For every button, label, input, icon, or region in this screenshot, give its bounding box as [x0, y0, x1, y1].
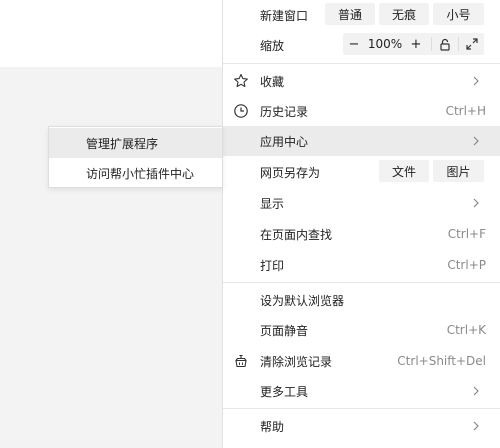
new-normal-window-button[interactable]: 普通 [325, 3, 375, 25]
menu-item-find-in-page[interactable]: 在页面内查找 Ctrl+F [223, 219, 500, 249]
new-window-label: 新建窗口 [260, 8, 309, 23]
chevron-right-icon [473, 76, 479, 86]
menu-item-display[interactable]: 显示 [223, 188, 500, 218]
print-label: 打印 [260, 258, 285, 273]
zoom-in-button[interactable]: + [405, 33, 427, 55]
submenu-item-manage-extensions[interactable]: 管理扩展程序 [49, 128, 222, 158]
favorites-label: 收藏 [260, 74, 285, 89]
page-background [0, 0, 222, 67]
clear-history-label: 清除浏览记录 [260, 354, 333, 369]
app-center-label: 应用中心 [260, 134, 309, 149]
fullscreen-icon[interactable] [459, 33, 484, 55]
zoom-out-button[interactable]: − [343, 33, 365, 55]
menu-item-clear-history[interactable]: 清除浏览记录 Ctrl+Shift+Del [223, 346, 500, 376]
save-page-label: 网页另存为 [260, 165, 321, 180]
menu-separator [223, 282, 500, 283]
plugin-center-label: 访问帮小忙插件中心 [86, 166, 195, 181]
history-shortcut: Ctrl+H [445, 104, 486, 118]
menu-new-window-row: 新建窗口 普通 无痕 小号 [223, 0, 500, 30]
mute-shortcut: Ctrl+K [446, 323, 486, 337]
lock-icon[interactable] [432, 33, 458, 55]
save-as-file-button[interactable]: 文件 [379, 160, 429, 182]
print-shortcut: Ctrl+P [447, 258, 486, 272]
new-alt-account-window-button[interactable]: 小号 [433, 3, 484, 25]
menu-item-history[interactable]: 历史记录 Ctrl+H [223, 96, 500, 126]
mute-label: 页面静音 [260, 323, 309, 338]
menu-item-mute-page[interactable]: 页面静音 Ctrl+K [223, 315, 500, 345]
display-label: 显示 [260, 196, 285, 211]
find-label: 在页面内查找 [260, 227, 333, 242]
chevron-right-icon [473, 386, 479, 396]
broom-icon [232, 352, 250, 370]
chevron-right-icon [473, 198, 479, 208]
clear-history-shortcut: Ctrl+Shift+Del [397, 354, 486, 368]
zoom-controls: − 100% + [343, 33, 484, 55]
save-as-image-button[interactable]: 图片 [433, 160, 484, 182]
clock-icon [232, 102, 250, 120]
new-incognito-window-button[interactable]: 无痕 [379, 3, 429, 25]
more-tools-label: 更多工具 [260, 384, 309, 399]
history-label: 历史记录 [260, 104, 309, 119]
menu-item-print[interactable]: 打印 Ctrl+P [223, 250, 500, 280]
chevron-right-icon [473, 421, 479, 431]
app-center-submenu: 管理扩展程序 访问帮小忙插件中心 [48, 126, 223, 188]
menu-item-favorites[interactable]: 收藏 [223, 66, 500, 96]
menu-separator [223, 408, 500, 409]
menu-zoom-row: 缩放 − 100% + [223, 30, 500, 60]
default-browser-label: 设为默认浏览器 [260, 293, 345, 308]
menu-item-app-center[interactable]: 应用中心 [223, 126, 500, 156]
menu-item-help[interactable]: 帮助 [223, 411, 500, 441]
menu-item-more-tools[interactable]: 更多工具 [223, 376, 500, 406]
chevron-right-icon [473, 136, 479, 146]
menu-item-default-browser[interactable]: 设为默认浏览器 [223, 285, 500, 315]
star-icon [232, 72, 250, 90]
help-label: 帮助 [260, 419, 285, 434]
zoom-level: 100% [367, 37, 403, 51]
manage-extensions-label: 管理扩展程序 [86, 136, 159, 151]
menu-separator [223, 63, 500, 64]
browser-main-menu: 新建窗口 普通 无痕 小号 缩放 − 100% + 收藏 历史记录 Ctrl+H… [222, 0, 500, 448]
zoom-label: 缩放 [260, 38, 285, 53]
menu-save-page-row: 网页另存为 文件 图片 [223, 157, 500, 187]
submenu-item-plugin-center[interactable]: 访问帮小忙插件中心 [49, 158, 222, 188]
find-shortcut: Ctrl+F [447, 227, 486, 241]
